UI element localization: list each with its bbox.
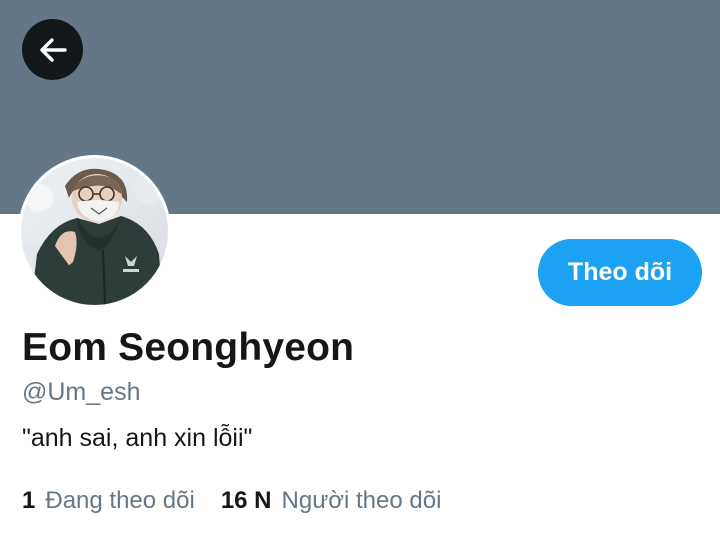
profile-stats: 1 Đang theo dõi 16 N Người theo dõi <box>22 487 441 515</box>
followers-count: 16 N <box>220 487 272 514</box>
following-count: 1 <box>22 487 36 514</box>
follow-button[interactable]: Theo dõi <box>538 239 702 306</box>
avatar[interactable] <box>18 155 171 308</box>
profile-bio: "anh sai, anh xin lỗii" <box>22 424 253 452</box>
followers-label: Người theo dõi <box>281 487 442 514</box>
back-button[interactable] <box>22 19 83 80</box>
avatar-image <box>21 158 168 305</box>
followers-stat[interactable]: 16 N Người theo dõi <box>221 487 442 515</box>
arrow-left-icon <box>38 35 68 65</box>
following-label: Đang theo dõi <box>45 487 195 514</box>
profile-page: Theo dõi Eom Seonghyeon @Um_esh "anh sai… <box>0 0 720 552</box>
follow-button-label: Theo dõi <box>567 258 673 286</box>
following-stat[interactable]: 1 Đang theo dõi <box>22 487 195 515</box>
display-name: Eom Seonghyeon <box>22 326 355 369</box>
user-handle: @Um_esh <box>22 378 141 406</box>
